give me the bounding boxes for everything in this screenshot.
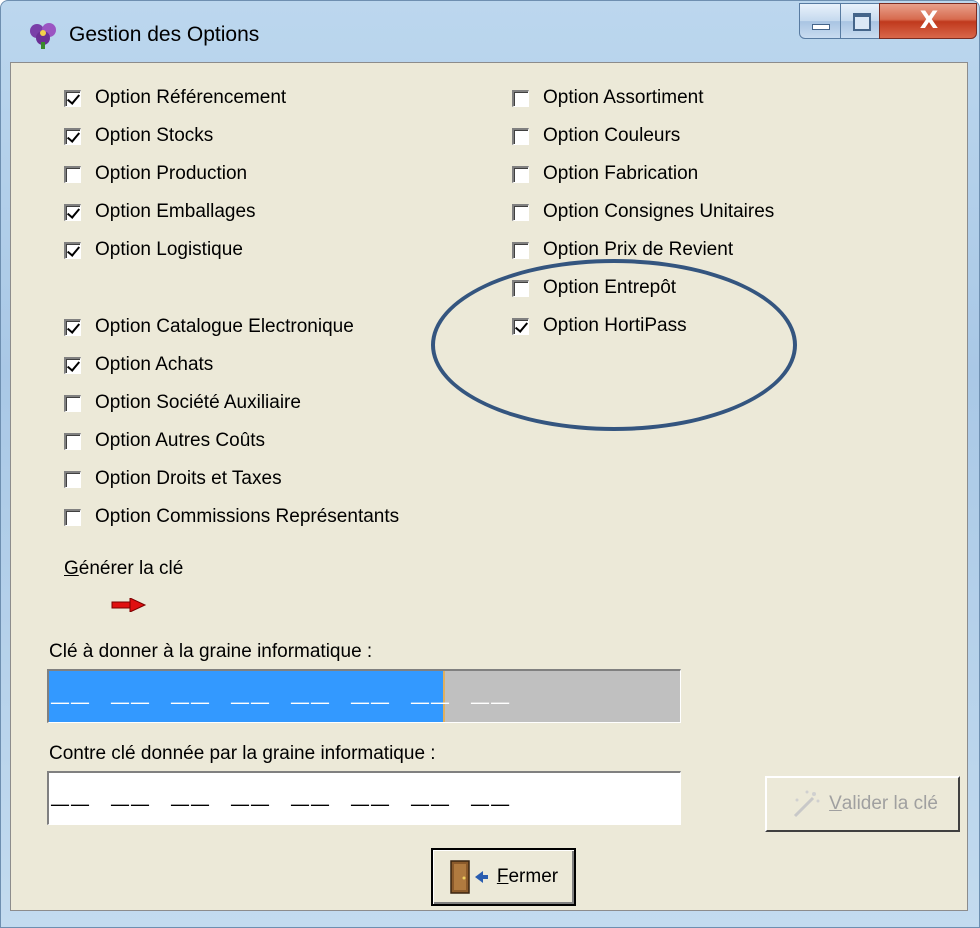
option-couleurs[interactable]: Option Couleurs	[512, 122, 680, 150]
validate-key-button[interactable]: Valider la clé	[765, 776, 960, 832]
option-emballages[interactable]: Option Emballages	[64, 198, 256, 226]
checkbox-label: Option Référencement	[95, 87, 287, 108]
checkbox[interactable]	[512, 241, 529, 259]
checkbox[interactable]	[64, 165, 81, 183]
checkbox-label: Option Production	[95, 163, 248, 184]
title-bar[interactable]: Gestion des Options X	[1, 1, 979, 61]
red-arrow-icon[interactable]	[111, 598, 147, 612]
checkbox-label: Option Assortiment	[543, 87, 704, 108]
option-societe-auxiliaire[interactable]: Option Société Auxiliaire	[64, 389, 301, 417]
minimize-button[interactable]	[799, 3, 841, 39]
option-autres-couts[interactable]: Option Autres Coûts	[64, 427, 265, 455]
key-value: __ __ __ __ __ __ __ __	[51, 677, 512, 711]
checkbox[interactable]	[64, 394, 81, 412]
checkbox[interactable]	[64, 241, 81, 259]
counter-key-value: __ __ __ __ __ __ __ __	[51, 779, 512, 813]
option-commissions-representants[interactable]: Option Commissions Représentants	[64, 503, 399, 531]
close-icon: X	[919, 6, 939, 34]
checkbox[interactable]	[512, 165, 529, 183]
minimize-icon	[812, 24, 830, 30]
option-consignes-unitaires[interactable]: Option Consignes Unitaires	[512, 198, 774, 226]
checkbox-label: Option Société Auxiliaire	[95, 392, 301, 413]
window-title: Gestion des Options	[69, 23, 260, 46]
checkbox-label: Option Droits et Taxes	[95, 468, 282, 489]
close-accel: F	[496, 866, 509, 887]
option-droits-et-taxes[interactable]: Option Droits et Taxes	[64, 465, 282, 493]
generate-key-link[interactable]: Générer la clé	[64, 558, 183, 580]
checkbox[interactable]	[64, 89, 81, 107]
checkbox[interactable]	[512, 127, 529, 145]
checkbox[interactable]	[64, 318, 81, 336]
checkbox[interactable]	[64, 470, 81, 488]
validate-label: alider la clé	[841, 793, 938, 814]
door-exit-icon	[450, 860, 488, 894]
maximize-icon	[853, 13, 871, 31]
option-logistique[interactable]: Option Logistique	[64, 236, 243, 264]
validate-accel: V	[829, 793, 842, 814]
annotation-circle	[431, 259, 797, 431]
option-referencement[interactable]: Option Référencement	[64, 84, 286, 112]
generate-key-label: énérer la clé	[78, 558, 184, 579]
dialog-client-area: Option Référencement Option Stocks Optio…	[10, 62, 968, 911]
app-flower-icon	[30, 23, 56, 49]
close-window-button[interactable]: X	[879, 3, 977, 39]
option-achats[interactable]: Option Achats	[64, 351, 213, 379]
option-production[interactable]: Option Production	[64, 160, 247, 188]
checkbox[interactable]	[512, 203, 529, 221]
key-field[interactable]: __ __ __ __ __ __ __ __	[47, 669, 681, 723]
option-stocks[interactable]: Option Stocks	[64, 122, 213, 150]
counter-key-label: Contre clé donnée par la graine informat…	[49, 743, 436, 764]
options-dialog-window: Gestion des Options X Option Référenceme…	[0, 0, 980, 928]
checkbox[interactable]	[64, 356, 81, 374]
checkbox[interactable]	[64, 203, 81, 221]
checkbox-label: Option Consignes Unitaires	[543, 201, 775, 222]
checkbox-label: Option Emballages	[95, 201, 256, 222]
option-assortiment[interactable]: Option Assortiment	[512, 84, 704, 112]
maximize-button[interactable]	[840, 3, 880, 39]
checkbox-label: Option Catalogue Electronique	[95, 316, 354, 337]
checkbox-label: Option Commissions Représentants	[95, 506, 400, 527]
option-fabrication[interactable]: Option Fabrication	[512, 160, 698, 188]
checkbox[interactable]	[64, 432, 81, 450]
checkbox[interactable]	[512, 89, 529, 107]
counter-key-field[interactable]: __ __ __ __ __ __ __ __	[47, 771, 681, 825]
checkbox-label: Option Logistique	[95, 239, 243, 260]
magic-wand-icon	[794, 790, 820, 818]
option-catalogue-electronique[interactable]: Option Catalogue Electronique	[64, 313, 354, 341]
checkbox-label: Option Achats	[95, 354, 214, 375]
close-label: ermer	[508, 866, 559, 887]
checkbox[interactable]	[64, 127, 81, 145]
key-label: Clé à donner à la graine informatique :	[49, 641, 373, 662]
checkbox-label: Option Prix de Revient	[543, 239, 734, 260]
checkbox[interactable]	[64, 508, 81, 526]
close-button[interactable]: Fermer	[431, 848, 576, 906]
checkbox-label: Option Fabrication	[543, 163, 699, 184]
checkbox-label: Option Stocks	[95, 125, 214, 146]
checkbox-label: Option Autres Coûts	[95, 430, 266, 451]
checkbox-label: Option Couleurs	[543, 125, 681, 146]
generate-key-accel: G	[64, 558, 79, 579]
